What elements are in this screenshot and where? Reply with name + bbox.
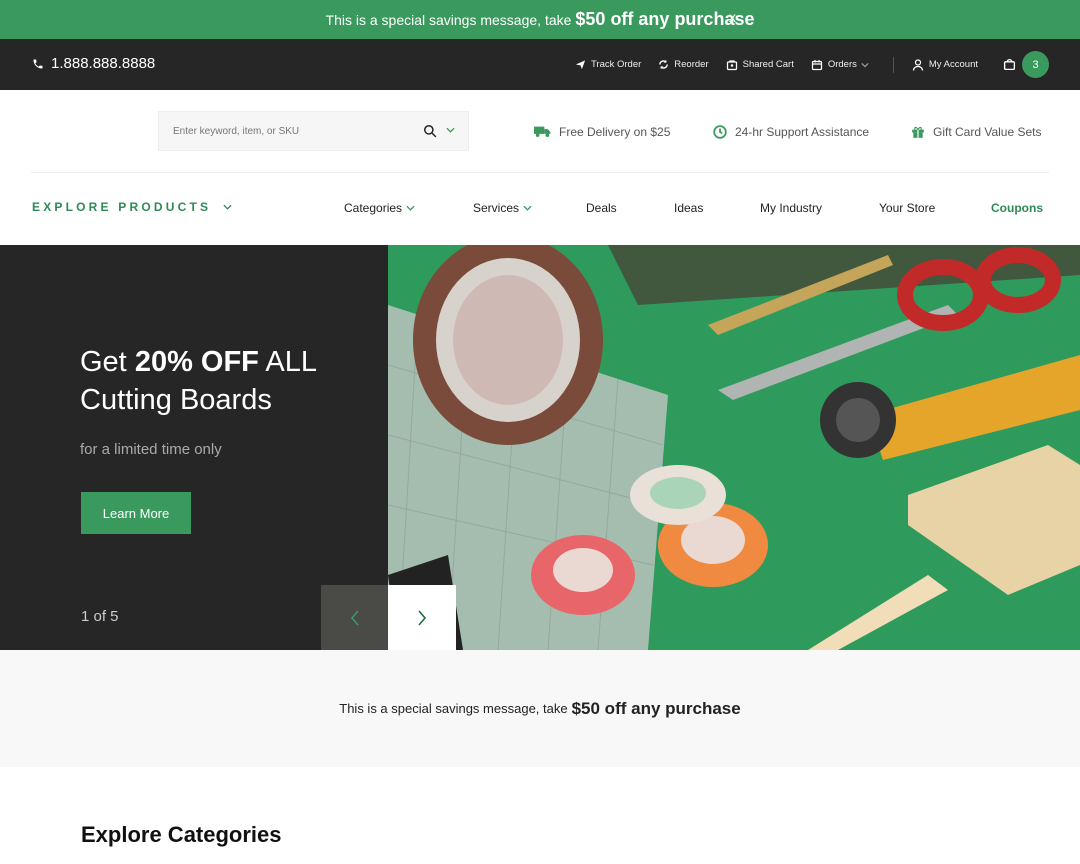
gift-card-perk[interactable]: Gift Card Value Sets bbox=[911, 125, 1042, 139]
chevron-down-icon bbox=[406, 205, 415, 211]
explore-categories-heading: Explore Categories bbox=[81, 822, 282, 847]
calendar-icon bbox=[811, 59, 822, 70]
chevron-down-icon[interactable] bbox=[446, 127, 455, 133]
hero-image bbox=[388, 245, 1080, 650]
reorder-label: Reorder bbox=[674, 59, 709, 70]
nav-services-label: Services bbox=[473, 201, 520, 215]
hero-subtitle: for a limited time only bbox=[80, 441, 222, 458]
cart-button[interactable]: 3 bbox=[1003, 51, 1049, 78]
nav-your-store[interactable]: Your Store bbox=[879, 201, 935, 215]
refresh-icon bbox=[659, 59, 669, 70]
promo-close-button[interactable]: x bbox=[729, 9, 736, 25]
support-label: 24-hr Support Assistance bbox=[735, 124, 870, 139]
savings-band: This is a special savings message, take … bbox=[0, 650, 1080, 767]
promo-bar: This is a special savings message, take … bbox=[0, 0, 1080, 39]
shared-cart-icon bbox=[726, 59, 737, 70]
clock-icon bbox=[713, 124, 727, 139]
reorder-link[interactable]: Reorder bbox=[658, 59, 709, 70]
track-order-link[interactable]: Track Order bbox=[575, 59, 641, 70]
orders-label: Orders bbox=[827, 59, 857, 70]
utility-links: Track Order Reorder Shared Cart Orders M… bbox=[575, 39, 1080, 90]
utility-bar: 1.888.888.8888 Track Order Reorder Share… bbox=[0, 39, 1080, 90]
next-slide-button[interactable] bbox=[388, 585, 456, 650]
nav-my-industry[interactable]: My Industry bbox=[760, 201, 822, 215]
phone-text: 1.888.888.8888 bbox=[51, 55, 156, 72]
main-nav: EXPLORE PRODUCTS Categories Services Dea… bbox=[0, 173, 1080, 244]
savings-band-text: This is a special savings message, take bbox=[339, 701, 568, 716]
free-delivery-perk[interactable]: Free Delivery on $25 bbox=[534, 125, 670, 139]
hero-headline-pre: Get bbox=[80, 346, 127, 378]
gift-icon bbox=[912, 126, 924, 138]
hero-headline: Get 20% OFF ALL Cutting Boards bbox=[80, 343, 380, 419]
promo-text: This is a special savings message, take bbox=[325, 11, 572, 28]
promo-highlight: $50 off any purchase bbox=[575, 9, 755, 29]
my-account-link[interactable]: My Account bbox=[912, 58, 978, 71]
my-account-label: My Account bbox=[928, 59, 978, 70]
chevron-down-icon bbox=[861, 62, 869, 67]
truck-icon bbox=[534, 126, 551, 137]
bag-icon bbox=[1003, 58, 1016, 71]
chevron-left-icon bbox=[350, 609, 359, 626]
phone-number[interactable]: 1.888.888.8888 bbox=[32, 55, 155, 72]
search-input[interactable] bbox=[159, 125, 409, 137]
chevron-down-icon bbox=[223, 204, 232, 210]
hero-headline-post: ALL bbox=[265, 346, 317, 378]
previous-slide-button[interactable] bbox=[321, 585, 388, 650]
explore-products-button[interactable]: EXPLORE PRODUCTS bbox=[32, 200, 232, 214]
explore-products-label: EXPLORE PRODUCTS bbox=[32, 200, 212, 214]
user-icon bbox=[912, 58, 924, 71]
hero-photo-illustration bbox=[388, 245, 1080, 650]
nav-deals[interactable]: Deals bbox=[586, 201, 617, 215]
nav-ideas[interactable]: Ideas bbox=[674, 201, 703, 215]
chevron-right-icon bbox=[418, 609, 427, 626]
hero-headline-bold: 20% OFF bbox=[134, 346, 259, 378]
hero-headline-line2: Cutting Boards bbox=[80, 384, 272, 416]
utility-divider bbox=[892, 56, 894, 73]
nav-services[interactable]: Services bbox=[473, 201, 532, 215]
search-box bbox=[158, 111, 469, 151]
cart-count-badge: 3 bbox=[1022, 51, 1049, 78]
phone-icon bbox=[33, 59, 43, 68]
learn-more-button[interactable]: Learn More bbox=[81, 492, 191, 534]
send-icon bbox=[575, 60, 586, 70]
hero-banner: Get 20% OFF ALL Cutting Boards for a limi… bbox=[0, 245, 1080, 650]
nav-coupons[interactable]: Coupons bbox=[991, 201, 1043, 215]
nav-categories[interactable]: Categories bbox=[344, 201, 415, 215]
gift-card-label: Gift Card Value Sets bbox=[933, 124, 1042, 139]
savings-band-highlight: $50 off any purchase bbox=[571, 698, 741, 718]
support-perk[interactable]: 24-hr Support Assistance bbox=[713, 125, 869, 139]
orders-dropdown[interactable]: Orders bbox=[811, 59, 869, 71]
chevron-down-icon bbox=[523, 205, 532, 211]
nav-categories-label: Categories bbox=[344, 201, 403, 215]
search-icon[interactable] bbox=[423, 124, 437, 138]
header-search-row: Free Delivery on $25 24-hr Support Assis… bbox=[0, 90, 1080, 173]
track-order-label: Track Order bbox=[590, 59, 642, 70]
free-delivery-label: Free Delivery on $25 bbox=[559, 124, 671, 139]
slide-counter: 1 of 5 bbox=[81, 608, 119, 625]
shared-cart-link[interactable]: Shared Cart bbox=[726, 59, 794, 71]
shared-cart-label: Shared Cart bbox=[742, 59, 794, 70]
